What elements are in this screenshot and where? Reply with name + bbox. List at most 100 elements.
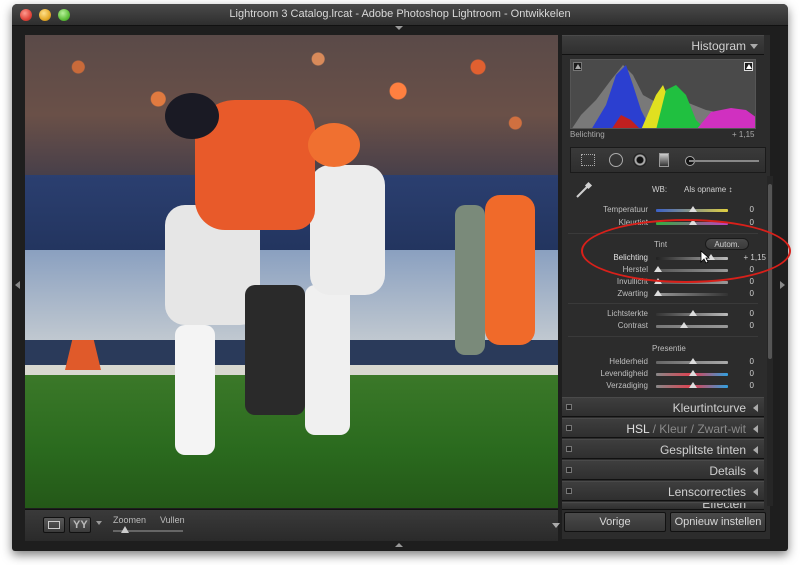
- effects-title: Effecten: [702, 502, 746, 510]
- eyedropper-icon[interactable]: [574, 181, 594, 199]
- clarity-slider-knob[interactable]: [689, 358, 697, 364]
- photo-background-player: [485, 195, 535, 345]
- adjustment-brush-slider[interactable]: [689, 160, 759, 162]
- tone-curve-panel-header[interactable]: Kleurtintcurve: [562, 397, 764, 417]
- tone-curve-title: Kleurtintcurve: [672, 401, 746, 415]
- before-after-button[interactable]: YY: [69, 517, 91, 533]
- contrast-label: Contrast: [617, 321, 648, 330]
- right-panel-toggle-icon[interactable]: [780, 281, 785, 289]
- histogram-graph: [572, 65, 755, 128]
- brightness-value[interactable]: 0: [724, 309, 754, 318]
- top-panel-toggle-icon[interactable]: [395, 26, 403, 30]
- wb-label: WB:: [652, 185, 668, 194]
- saturation-slider-knob[interactable]: [689, 382, 697, 388]
- shadow-clipping-toggle[interactable]: [573, 62, 582, 71]
- fill-label: Vullen: [160, 515, 185, 525]
- previous-button[interactable]: Vorige: [564, 512, 666, 532]
- expand-icon: [753, 446, 758, 454]
- expand-icon: [753, 404, 758, 412]
- split-toning-title: Gesplitste tinten: [659, 443, 746, 457]
- red-eye-icon[interactable]: [633, 153, 647, 167]
- chevron-down-icon[interactable]: [96, 521, 102, 525]
- photo-background-person: [455, 205, 485, 355]
- reset-button[interactable]: Opnieuw instellen: [670, 512, 766, 532]
- histogram[interactable]: [570, 59, 756, 129]
- split-toning-panel-header[interactable]: Gesplitste tinten: [562, 439, 764, 459]
- contrast-slider-knob[interactable]: [680, 322, 688, 328]
- photo-player-white: [310, 165, 385, 295]
- highlight-annotation: [581, 219, 791, 283]
- before-after-icon: YY: [73, 519, 88, 531]
- panel-scrollbar-thumb[interactable]: [768, 184, 772, 359]
- panel-enable-switch[interactable]: [566, 488, 572, 494]
- blacks-value[interactable]: 0: [724, 289, 754, 298]
- blacks-slider-knob[interactable]: [654, 290, 662, 296]
- panel-enable-switch[interactable]: [566, 467, 572, 473]
- toolbar-options-icon[interactable]: [552, 523, 560, 528]
- window-title: Lightroom 3 Catalog.lrcat - Adobe Photos…: [229, 8, 571, 20]
- loupe-view-button[interactable]: [43, 517, 65, 533]
- clarity-value[interactable]: 0: [724, 357, 754, 366]
- blacks-slider-track[interactable]: [656, 293, 728, 296]
- contrast-value[interactable]: 0: [724, 321, 754, 330]
- temperature-label: Temperatuur: [603, 205, 648, 214]
- hsl-tabs: HSL / Kleur / Zwart-wit: [626, 422, 746, 436]
- develop-right-panel: Histogram Belichting + 1,15 WB: Als opna…: [562, 35, 770, 539]
- collapse-icon: [750, 44, 758, 49]
- histogram-readout-value: + 1,15: [732, 130, 755, 139]
- vibrance-label: Levendigheid: [600, 369, 648, 378]
- graduated-filter-icon[interactable]: [659, 153, 669, 167]
- brightness-slider-knob[interactable]: [689, 310, 697, 316]
- saturation-value[interactable]: 0: [724, 381, 754, 390]
- panel-enable-switch[interactable]: [566, 446, 572, 452]
- saturation-label: Verzadiging: [606, 381, 648, 390]
- tab-color[interactable]: Kleur: [659, 422, 687, 436]
- photo-helmet: [165, 93, 219, 139]
- effects-panel-header[interactable]: Effecten: [562, 502, 764, 510]
- details-title: Details: [709, 464, 746, 478]
- temperature-value[interactable]: 0: [724, 205, 754, 214]
- histogram-readout-label: Belichting: [570, 130, 605, 139]
- spot-removal-icon[interactable]: [609, 153, 623, 167]
- bottom-toolbar: YY Zoomen Vullen: [25, 509, 560, 541]
- divider: [568, 336, 758, 337]
- presence-heading: Presentie: [652, 344, 686, 353]
- photo-pylon: [65, 340, 101, 370]
- loupe-icon: [48, 521, 60, 529]
- clarity-label: Helderheid: [609, 357, 648, 366]
- wb-select[interactable]: Als opname ↕: [684, 185, 732, 194]
- tab-separator: /: [690, 422, 694, 436]
- left-panel-toggle-icon[interactable]: [15, 281, 20, 289]
- hsl-panel-header[interactable]: HSL / Kleur / Zwart-wit: [562, 418, 764, 438]
- photo-player-legs: [305, 285, 350, 435]
- vibrance-value[interactable]: 0: [724, 369, 754, 378]
- tab-hsl[interactable]: HSL: [626, 422, 649, 436]
- panel-enable-switch[interactable]: [566, 425, 572, 431]
- zoom-slider-knob[interactable]: [121, 526, 129, 533]
- expand-icon: [753, 467, 758, 475]
- details-panel-header[interactable]: Details: [562, 460, 764, 480]
- photo-canvas[interactable]: [25, 35, 558, 508]
- temperature-slider-knob[interactable]: [689, 206, 697, 212]
- histogram-panel-header[interactable]: Histogram: [562, 35, 764, 55]
- histogram-title: Histogram: [691, 39, 746, 53]
- brightness-label: Lichtsterkte: [607, 309, 648, 318]
- blacks-label: Zwarting: [617, 289, 648, 298]
- tool-strip: [570, 147, 766, 173]
- photo-helmet: [308, 123, 360, 167]
- lens-corrections-panel-header[interactable]: Lenscorrecties: [562, 481, 764, 501]
- contrast-slider-track[interactable]: [656, 325, 728, 328]
- tab-separator: /: [652, 422, 656, 436]
- tab-black-white[interactable]: Zwart-wit: [697, 422, 746, 436]
- bottom-panel-toggle-icon[interactable]: [395, 543, 403, 547]
- mouse-cursor-icon: [700, 250, 710, 264]
- expand-icon: [753, 488, 758, 496]
- vibrance-slider-knob[interactable]: [689, 370, 697, 376]
- panel-enable-switch[interactable]: [566, 404, 572, 410]
- title-bar: Lightroom 3 Catalog.lrcat - Adobe Photos…: [12, 4, 788, 26]
- lens-corrections-title: Lenscorrecties: [667, 485, 746, 499]
- expand-icon: [753, 425, 758, 433]
- zoom-label: Zoomen: [113, 515, 147, 525]
- crop-icon[interactable]: [581, 154, 595, 166]
- highlight-clipping-toggle[interactable]: [744, 62, 753, 71]
